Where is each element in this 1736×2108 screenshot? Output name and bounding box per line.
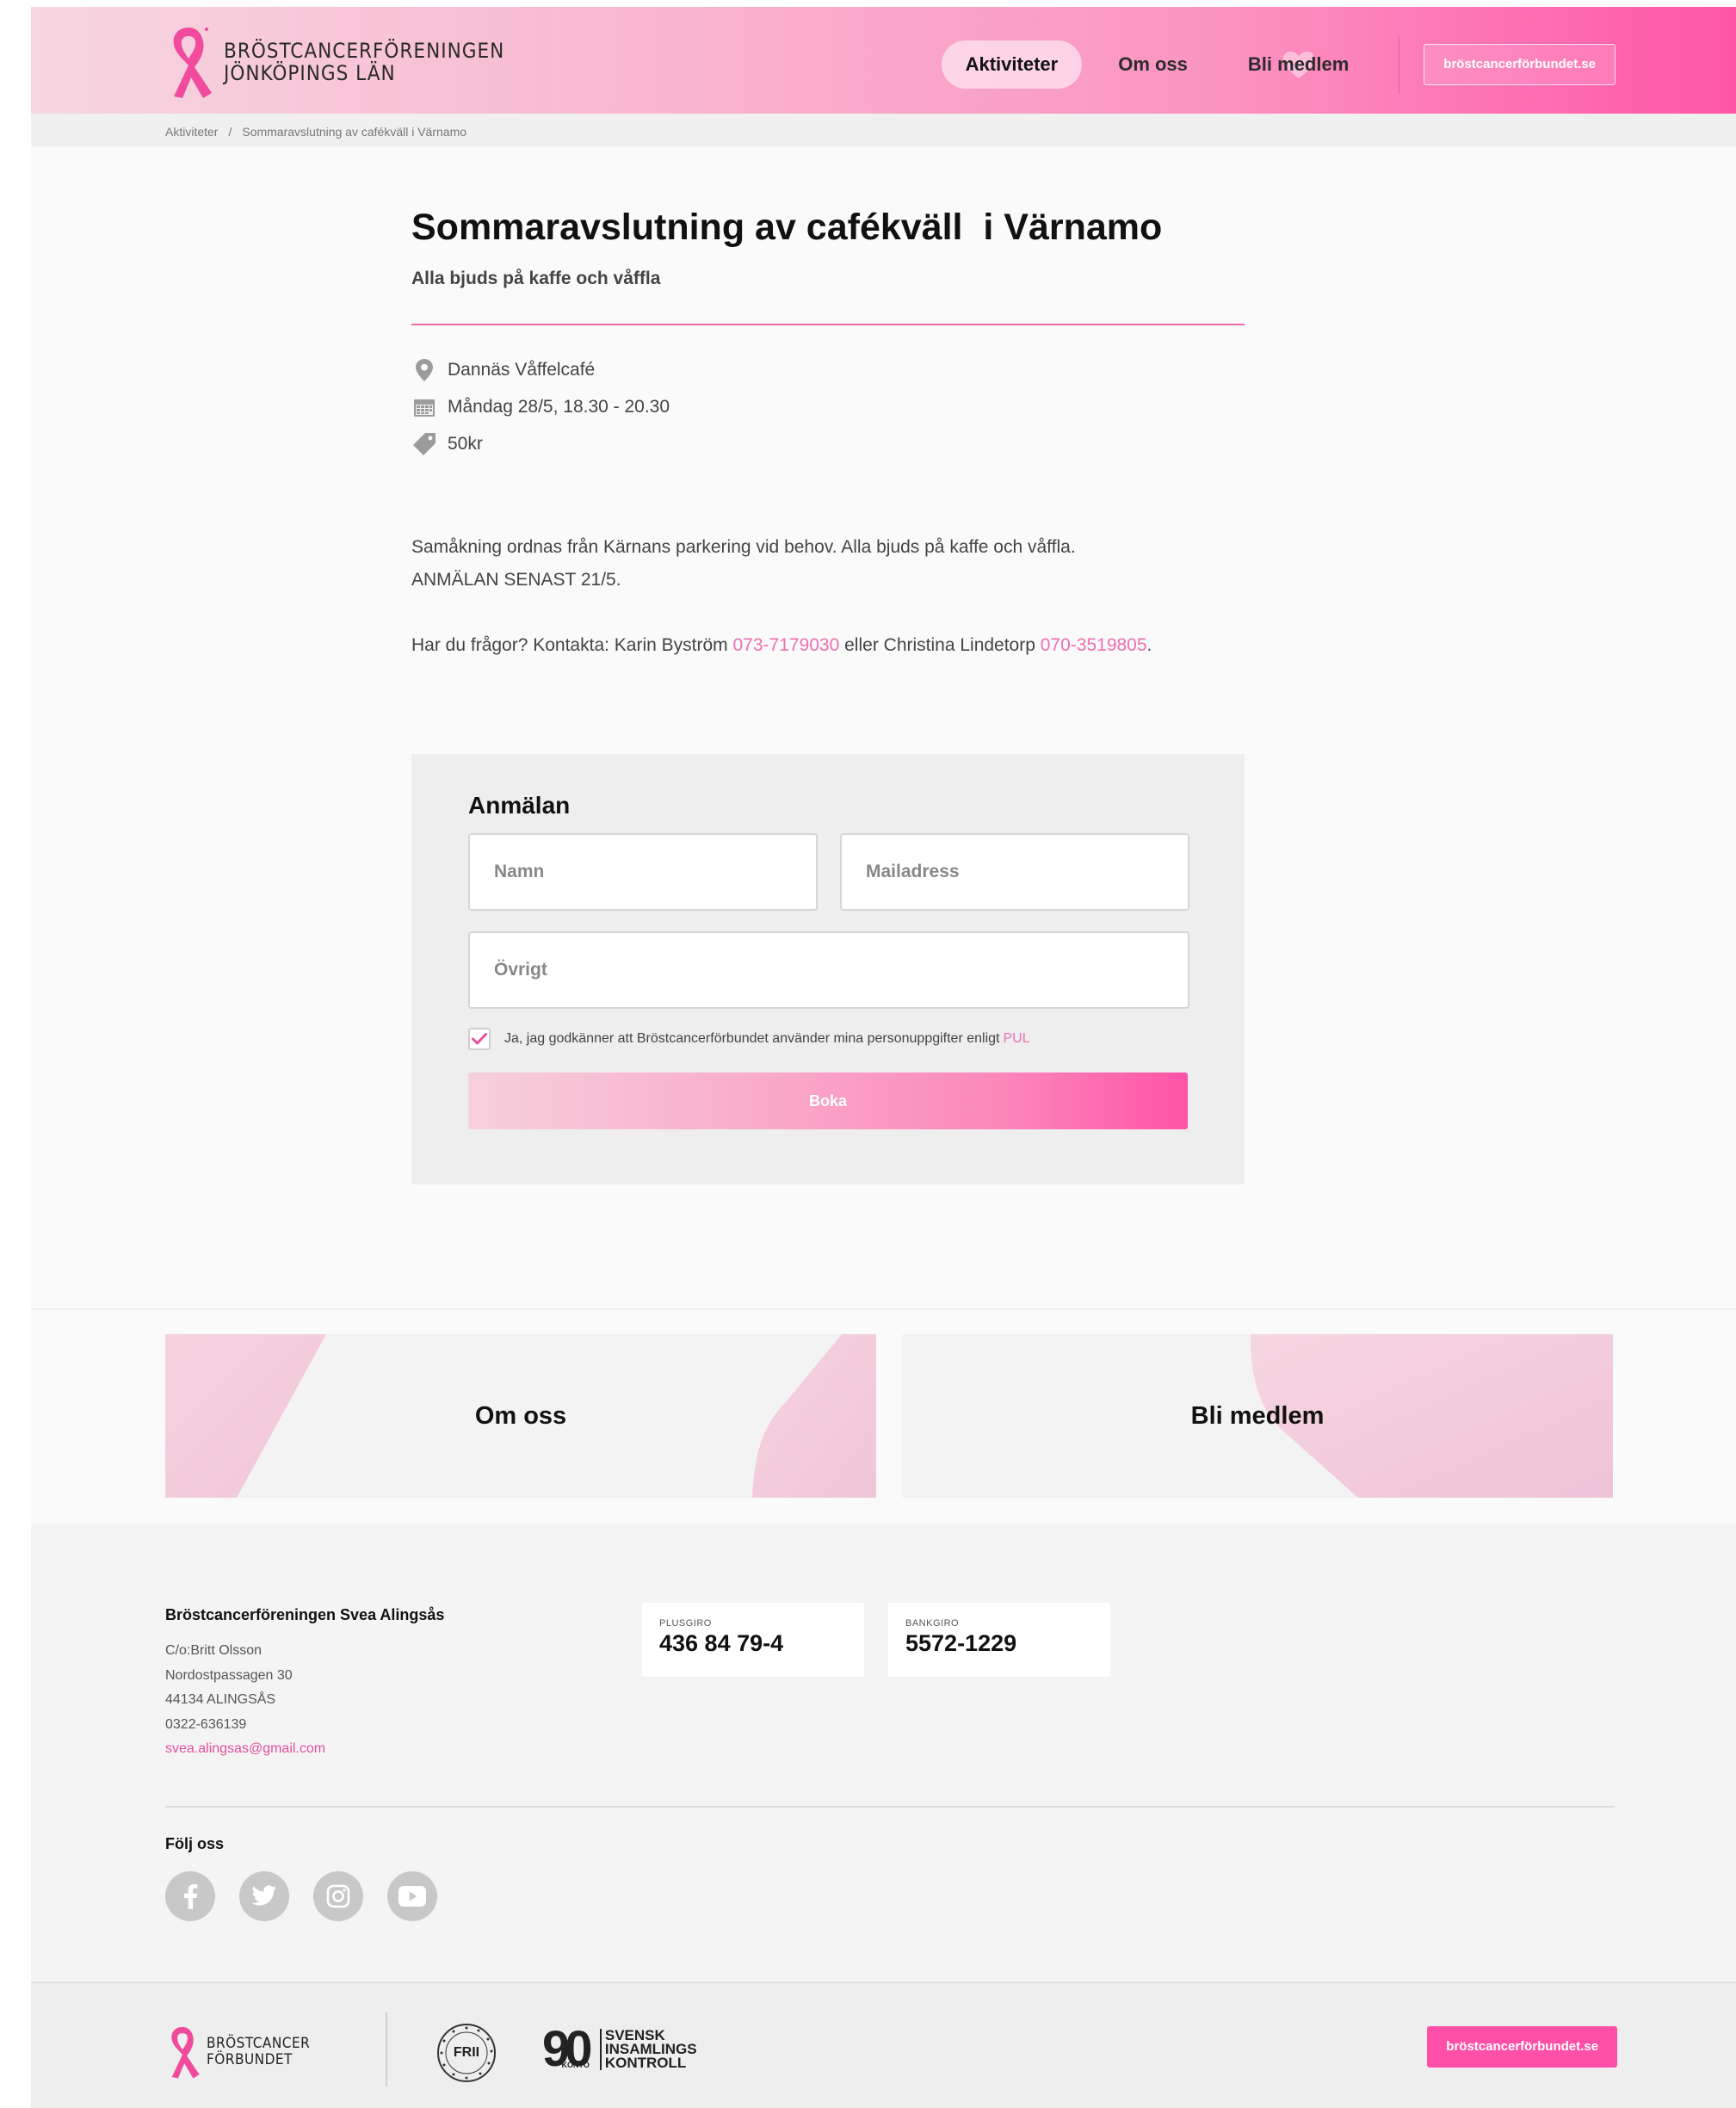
breadcrumb: Aktiviteter / Sommaravslutning av cafékväl… xyxy=(165,125,466,139)
contact-middle: eller Christina Lindetorp xyxy=(839,635,1041,655)
address-line: 44134 ALINGSÅS xyxy=(165,1692,276,1707)
event-location-text: Dannäs Våffelcafé xyxy=(448,359,596,380)
svensk-insamlingskontroll-logo: 90 KONTO SVENSK INSAMLINGS KONTROLL xyxy=(542,2025,697,2074)
event-location: Dannäs Våffelcafé xyxy=(411,351,1245,388)
price-tag-icon xyxy=(411,432,437,455)
breadcrumb-bar: Aktiviteter / Sommaravslutning av cafékväl… xyxy=(31,114,1736,146)
contact-text: Har du frågor? Kontakta: Karin Byström 0… xyxy=(411,629,1245,662)
contact-phone-link-1[interactable]: 073-7179030 xyxy=(733,635,840,655)
page-title: Sommaravslutning av cafékväll i Värnamo xyxy=(411,207,1163,248)
title-divider xyxy=(411,324,1245,325)
sk-line: KONTROLL xyxy=(604,2055,687,2071)
frii-text: FRII xyxy=(453,2045,480,2060)
contact-suffix: . xyxy=(1146,635,1152,655)
logo-line-1: BRÖSTCANCERFÖRENINGEN xyxy=(224,39,505,63)
footer-divider xyxy=(165,1806,1615,1808)
form-title: Anmälan xyxy=(468,792,571,819)
bankgiro-number: 5572-1229 xyxy=(905,1630,1017,1656)
breadcrumb-item-aktiviteter[interactable]: Aktiviteter xyxy=(165,125,218,139)
map-pin-icon xyxy=(411,358,437,381)
footer-site-link-button[interactable]: bröstcancerförbundet.se xyxy=(1427,2026,1617,2068)
footer-address: C/o:Britt Olsson Nordostpassagen 30 4413… xyxy=(165,1639,325,1762)
card-om-oss[interactable]: Om oss xyxy=(165,1334,876,1498)
site-footer: Bröstcancerföreningen Svea Alingsås C/o:… xyxy=(31,1524,1736,1980)
checkmark-icon xyxy=(472,1033,487,1045)
calendar-icon xyxy=(411,398,437,417)
address-line: 0322-636139 xyxy=(165,1716,247,1732)
site-logo[interactable]: BRÖSTCANCERFÖRENINGEN JÖNKÖPINGS LÄN xyxy=(165,24,504,100)
consent-row: Ja, jag godkänner att Bröstcancerförbund… xyxy=(468,1028,1030,1050)
nav-item-aktiviteter[interactable]: Aktiviteter xyxy=(941,40,1083,89)
address-line: C/o:Britt Olsson xyxy=(165,1643,263,1658)
consent-checkbox[interactable] xyxy=(468,1028,491,1050)
pink-ribbon-icon xyxy=(171,2026,200,2079)
description-line-1: Samåkning ordnas från Kärnans parkering … xyxy=(411,537,1076,557)
logo-line-2: JÖNKÖPINGS LÄN xyxy=(224,61,396,85)
nav-item-om-oss[interactable]: Om oss xyxy=(1094,40,1212,89)
bf-line-1: BRÖSTCANCER xyxy=(207,2035,311,2052)
konto-label: KONTO xyxy=(561,2061,590,2069)
plusgiro-number: 436 84 79-4 xyxy=(659,1630,784,1656)
bottom-bar-divider xyxy=(31,1981,1736,1983)
event-meta: Dannäs Våffelcafé Måndag 28/5, 18.30 - 2… xyxy=(411,351,1245,462)
follow-us-label: Följ oss xyxy=(165,1835,225,1852)
contact-prefix: Har du frågor? Kontakta: Karin Byström xyxy=(411,635,733,655)
twitter-icon[interactable] xyxy=(239,1871,289,1921)
description-line-2: ANMÄLAN SENAST 21/5. xyxy=(411,570,621,590)
instagram-icon[interactable] xyxy=(313,1871,363,1921)
event-content: Sommaravslutning av cafékväll i Värnamo … xyxy=(411,205,1245,662)
card-bli-medlem[interactable]: Bli medlem xyxy=(902,1334,1613,1498)
logo-divider xyxy=(386,2012,387,2086)
consent-text: Ja, jag godkänner att Bröstcancerförbund… xyxy=(504,1031,1000,1046)
contact-phone-link-2[interactable]: 070-3519805 xyxy=(1041,635,1147,655)
breadcrumb-item-current: Sommaravslutning av cafékväll i Värnamo xyxy=(242,125,467,139)
bf-line-2: FÖRBUNDET xyxy=(207,2051,293,2068)
breadcrumb-separator: / xyxy=(228,125,232,139)
event-price: 50kr xyxy=(411,425,1245,462)
email-input[interactable]: Mailadress xyxy=(840,833,1189,911)
event-date-text: Måndag 28/5, 18.30 - 20.30 xyxy=(448,396,670,417)
address-line: Nordostpassagen 30 xyxy=(165,1667,293,1683)
bankgiro-label: BANKGIRO xyxy=(905,1618,960,1629)
consent-pul-link[interactable]: PUL xyxy=(1003,1031,1029,1047)
frii-logo: FRII xyxy=(436,2022,497,2088)
site-header: BRÖSTCANCERFÖRENINGEN JÖNKÖPINGS LÄN Akt… xyxy=(31,7,1736,114)
bankgiro-box: BANKGIRO 5572-1229 xyxy=(888,1603,1110,1677)
event-date: Måndag 28/5, 18.30 - 20.30 xyxy=(411,388,1245,425)
plusgiro-label: PLUSGIRO xyxy=(659,1618,712,1629)
book-button[interactable]: Boka xyxy=(468,1073,1188,1129)
brostcancerforbundet-logo[interactable]: BRÖSTCANCER FÖRBUNDET xyxy=(165,2025,310,2080)
header-site-link-button[interactable]: bröstcancerförbundet.se xyxy=(1424,44,1616,85)
other-input[interactable]: Övrigt xyxy=(468,931,1189,1009)
pink-ribbon-icon xyxy=(173,28,212,98)
nav-item-label: Bli medlem xyxy=(1247,53,1350,75)
registration-form: Anmälan Namn Mailadress Övrigt Ja, jag g… xyxy=(411,754,1245,1184)
name-input[interactable]: Namn xyxy=(468,833,818,911)
page-subtitle: Alla bjuds på kaffe och våffla xyxy=(411,269,661,288)
youtube-icon[interactable] xyxy=(387,1871,437,1921)
bottom-bar: BRÖSTCANCER FÖRBUNDET FRII 90 KONTO SVEN… xyxy=(31,1981,1736,2108)
nav-item-bli-medlem[interactable]: Bli medlem xyxy=(1224,40,1373,89)
event-description: Samåkning ordnas från Kärnans parkering … xyxy=(411,531,1245,662)
event-price-text: 50kr xyxy=(448,433,483,454)
page: BRÖSTCANCERFÖRENINGEN JÖNKÖPINGS LÄN Akt… xyxy=(31,7,1736,2108)
main-nav: Aktiviteter Om oss Bli medlem bröstcance… xyxy=(930,36,1616,93)
card-bli-medlem-label: Bli medlem xyxy=(1190,1401,1325,1430)
footer-org-name: Bröstcancerföreningen Svea Alingsås xyxy=(165,1606,445,1623)
bf-wordmark: BRÖSTCANCER FÖRBUNDET xyxy=(207,2036,310,2068)
section-divider xyxy=(31,1308,1736,1310)
svensk-insamlings-kontroll-text: SVENSK INSAMLINGS KONTROLL xyxy=(599,2028,697,2071)
card-om-oss-label: Om oss xyxy=(474,1401,567,1430)
logo-wordmark: BRÖSTCANCERFÖRENINGEN JÖNKÖPINGS LÄN xyxy=(224,40,504,84)
facebook-icon[interactable] xyxy=(165,1871,215,1921)
plusgiro-box: PLUSGIRO 436 84 79-4 xyxy=(642,1603,864,1677)
footer-email-link[interactable]: svea.alingsas@gmail.com xyxy=(165,1737,325,1762)
